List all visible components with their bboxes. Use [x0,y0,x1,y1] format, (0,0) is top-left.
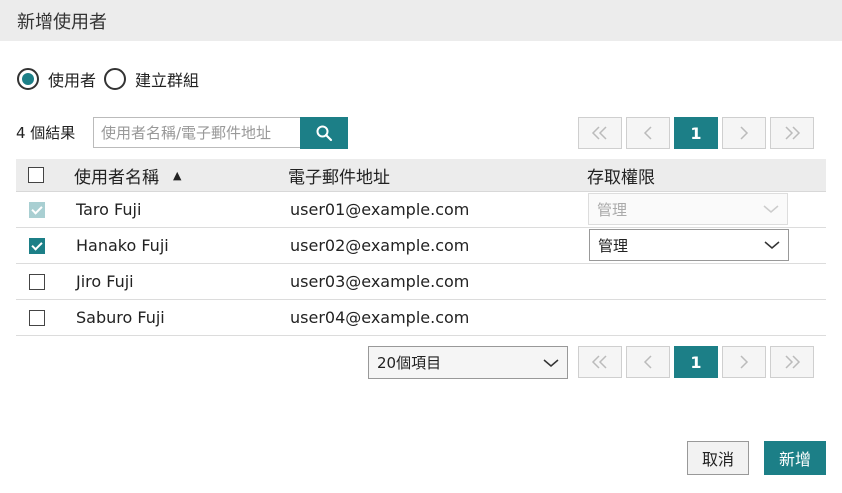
sort-ascending-icon: ▲ [173,168,182,182]
user-email: user04@example.com [290,308,470,327]
chevron-right-icon [740,355,749,369]
column-header-email[interactable]: 電子郵件地址 [288,159,390,191]
mode-radio-group: 使用者 建立群組 [17,66,207,92]
pager-first-button[interactable] [578,117,622,149]
double-chevron-left-icon [591,355,607,369]
column-header-access[interactable]: 存取權限 [587,159,655,191]
radio-user-label[interactable]: 使用者 [48,67,96,91]
result-count: 4 個結果 [16,124,76,142]
table-row[interactable]: Saburo Fuji user04@example.com [16,300,826,336]
dialog-titlebar: 新增使用者 [0,0,842,41]
user-name: Hanako Fuji [76,236,169,255]
radio-create-group-label[interactable]: 建立群組 [135,67,199,91]
double-chevron-right-icon [785,126,801,140]
row-checkbox[interactable] [29,309,45,326]
double-chevron-left-icon [591,126,607,140]
chevron-left-icon [643,355,652,369]
table-row[interactable]: Jiro Fuji user03@example.com [16,264,826,300]
user-name: Jiro Fuji [76,272,134,291]
table-row[interactable]: Hanako Fuji user02@example.com 管理 [16,228,826,264]
table-row[interactable]: Taro Fuji user01@example.com 管理 [16,192,826,228]
pager-last-button[interactable] [770,346,814,378]
select-all-checkbox[interactable] [28,167,44,183]
row-checkbox[interactable] [29,273,45,290]
double-chevron-right-icon [785,355,801,369]
user-email: user03@example.com [290,272,470,291]
pager-next-button[interactable] [722,346,766,378]
chevron-down-icon [543,358,559,367]
user-email: user01@example.com [290,200,470,219]
pager-prev-button[interactable] [626,117,670,149]
user-name: Saburo Fuji [76,308,165,327]
pager-top: 1 [578,117,814,149]
chevron-left-icon [643,126,652,140]
pager-current-page[interactable]: 1 [674,346,718,378]
chevron-down-icon [764,241,780,249]
pager-next-button[interactable] [722,117,766,149]
add-button[interactable]: 新增 [764,441,826,475]
search-icon [316,125,333,142]
user-table: 使用者名稱 ▲ 電子郵件地址 存取權限 Taro Fuji user01@exa… [16,159,826,336]
user-email: user02@example.com [290,236,470,255]
chevron-right-icon [740,126,749,140]
pager-prev-button[interactable] [626,346,670,378]
search-button[interactable] [300,117,348,149]
access-select[interactable]: 管理 [589,229,789,261]
radio-user[interactable] [17,68,39,90]
pager-first-button[interactable] [578,346,622,378]
cancel-button[interactable]: 取消 [687,441,749,475]
row-checkbox[interactable] [29,237,45,254]
column-header-name[interactable]: 使用者名稱 ▲ [74,159,181,191]
table-header: 使用者名稱 ▲ 電子郵件地址 存取權限 [16,159,826,192]
pager-last-button[interactable] [770,117,814,149]
user-name: Taro Fuji [76,200,142,219]
row-checkbox [29,201,45,218]
chevron-down-icon [763,205,779,213]
pager-current-page[interactable]: 1 [674,117,718,149]
search-input[interactable] [93,117,300,148]
dialog-title: 新增使用者 [17,12,107,33]
page-size-select[interactable]: 20個項目 [368,346,568,379]
pager-bottom: 1 [578,346,814,378]
access-select: 管理 [588,193,788,225]
radio-create-group[interactable] [104,68,127,90]
